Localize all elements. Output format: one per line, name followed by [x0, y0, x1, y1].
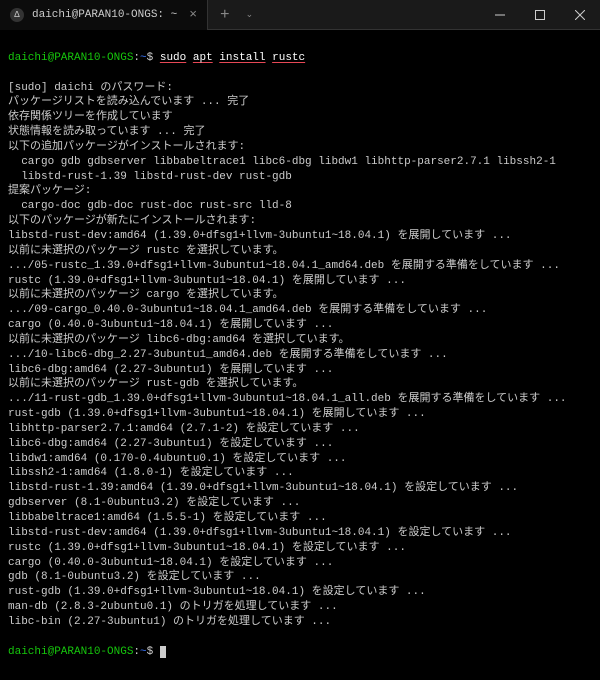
output-line: 以前に未選択のパッケージ libc6-dbg:amd64 を選択しています。 — [8, 333, 592, 348]
output-line: 以前に未選択のパッケージ rust-gdb を選択しています。 — [8, 377, 592, 392]
output-line: libstd-rust-1.39:amd64 (1.39.0+dfsg1+llv… — [8, 481, 592, 496]
output-line: 以前に未選択のパッケージ cargo を選択しています。 — [8, 288, 592, 303]
command-rustc: rustc — [272, 52, 305, 64]
add-tab-button[interactable]: + — [208, 6, 242, 24]
prompt-sep2: $ — [147, 646, 154, 658]
minimize-button[interactable] — [480, 0, 520, 30]
output-line: 以下のパッケージが新たにインストールされます: — [8, 214, 592, 229]
output-line: 以前に未選択のパッケージ rustc を選択しています。 — [8, 244, 592, 259]
command-install: install — [219, 52, 265, 64]
output-line: libc6-dbg:amd64 (2.27-3ubuntu1) を展開しています… — [8, 363, 592, 378]
close-icon — [575, 10, 585, 20]
output-line: libdw1:amd64 (0.170-0.4ubuntu0.1) を設定してい… — [8, 452, 592, 467]
output-line: cargo-doc gdb-doc rust-doc rust-src lld-… — [8, 199, 592, 214]
output-line: rust-gdb (1.39.0+dfsg1+llvm-3ubuntu1~18.… — [8, 407, 592, 422]
minimize-icon — [495, 10, 505, 20]
prompt-line-end: daichi@PARAN10-ONGS:~$ — [8, 645, 592, 660]
prompt-user: daichi@PARAN10-ONGS — [8, 52, 133, 64]
output-line: 以下の追加パッケージがインストールされます: — [8, 140, 592, 155]
output-line: libbabeltrace1:amd64 (1.5.5-1) を設定しています … — [8, 511, 592, 526]
tab-dropdown-icon[interactable]: ⌄ — [242, 10, 258, 20]
output-line: libhttp-parser2.7.1:amd64 (2.7.1-2) を設定し… — [8, 422, 592, 437]
output-line: cargo gdb gdbserver libbabeltrace1 libc6… — [8, 155, 592, 170]
prompt-sep1: : — [133, 646, 140, 658]
output-line: .../11-rust-gdb_1.39.0+dfsg1+llvm-3ubunt… — [8, 392, 592, 407]
output-line: .../09-cargo_0.40.0-3ubuntu1~18.04.1_amd… — [8, 303, 592, 318]
command-apt: apt — [193, 52, 213, 64]
close-button[interactable] — [560, 0, 600, 30]
output-line: [sudo] daichi のパスワード: — [8, 81, 592, 96]
close-tab-icon[interactable]: × — [189, 7, 197, 22]
terminal-tab[interactable]: Δ daichi@PARAN10-ONGS: ~ × — [0, 0, 208, 30]
prompt-path: ~ — [140, 646, 147, 658]
maximize-button[interactable] — [520, 0, 560, 30]
output-line: libstd-rust-dev:amd64 (1.39.0+dfsg1+llvm… — [8, 229, 592, 244]
output-line: .../10-libc6-dbg_2.27-3ubuntu1_amd64.deb… — [8, 348, 592, 363]
output-line: libstd-rust-1.39 libstd-rust-dev rust-gd… — [8, 170, 592, 185]
prompt-path: ~ — [140, 52, 147, 64]
prompt-line: daichi@PARAN10-ONGS:~$ sudo apt install … — [8, 51, 592, 66]
prompt-sep2: $ — [147, 52, 154, 64]
output-line: rust-gdb (1.39.0+dfsg1+llvm-3ubuntu1~18.… — [8, 585, 592, 600]
prompt-user: daichi@PARAN10-ONGS — [8, 646, 133, 658]
output-line: パッケージリストを読み込んでいます ... 完了 — [8, 95, 592, 110]
output-line: gdb (8.1-0ubuntu3.2) を設定しています ... — [8, 570, 592, 585]
command-sudo: sudo — [160, 52, 186, 64]
output-line: rustc (1.39.0+dfsg1+llvm-3ubuntu1~18.04.… — [8, 274, 592, 289]
output-line: 提案パッケージ: — [8, 184, 592, 199]
cursor — [160, 646, 166, 658]
output-line: .../05-rustc_1.39.0+dfsg1+llvm-3ubuntu1~… — [8, 259, 592, 274]
output-line: libstd-rust-dev:amd64 (1.39.0+dfsg1+llvm… — [8, 526, 592, 541]
tab-title: daichi@PARAN10-ONGS: ~ — [32, 9, 177, 21]
titlebar: Δ daichi@PARAN10-ONGS: ~ × + ⌄ — [0, 0, 600, 30]
output-line: libc-bin (2.27-3ubuntu1) のトリガを処理しています ..… — [8, 615, 592, 630]
output-line: libssh2-1:amd64 (1.8.0-1) を設定しています ... — [8, 466, 592, 481]
terminal-output[interactable]: daichi@PARAN10-ONGS:~$ sudo apt install … — [0, 30, 600, 680]
output-line: cargo (0.40.0-3ubuntu1~18.04.1) を設定しています… — [8, 556, 592, 571]
tab-shell-icon: Δ — [10, 8, 24, 22]
output-line: man-db (2.8.3-2ubuntu0.1) のトリガを処理しています .… — [8, 600, 592, 615]
output-line: 状態情報を読み取っています ... 完了 — [8, 125, 592, 140]
output-line: rustc (1.39.0+dfsg1+llvm-3ubuntu1~18.04.… — [8, 541, 592, 556]
window-controls — [480, 0, 600, 30]
output-line: 依存関係ツリーを作成しています — [8, 110, 592, 125]
output-line: gdbserver (8.1-0ubuntu3.2) を設定しています ... — [8, 496, 592, 511]
output-line: libc6-dbg:amd64 (2.27-3ubuntu1) を設定しています… — [8, 437, 592, 452]
maximize-icon — [535, 10, 545, 20]
output-line: cargo (0.40.0-3ubuntu1~18.04.1) を展開しています… — [8, 318, 592, 333]
